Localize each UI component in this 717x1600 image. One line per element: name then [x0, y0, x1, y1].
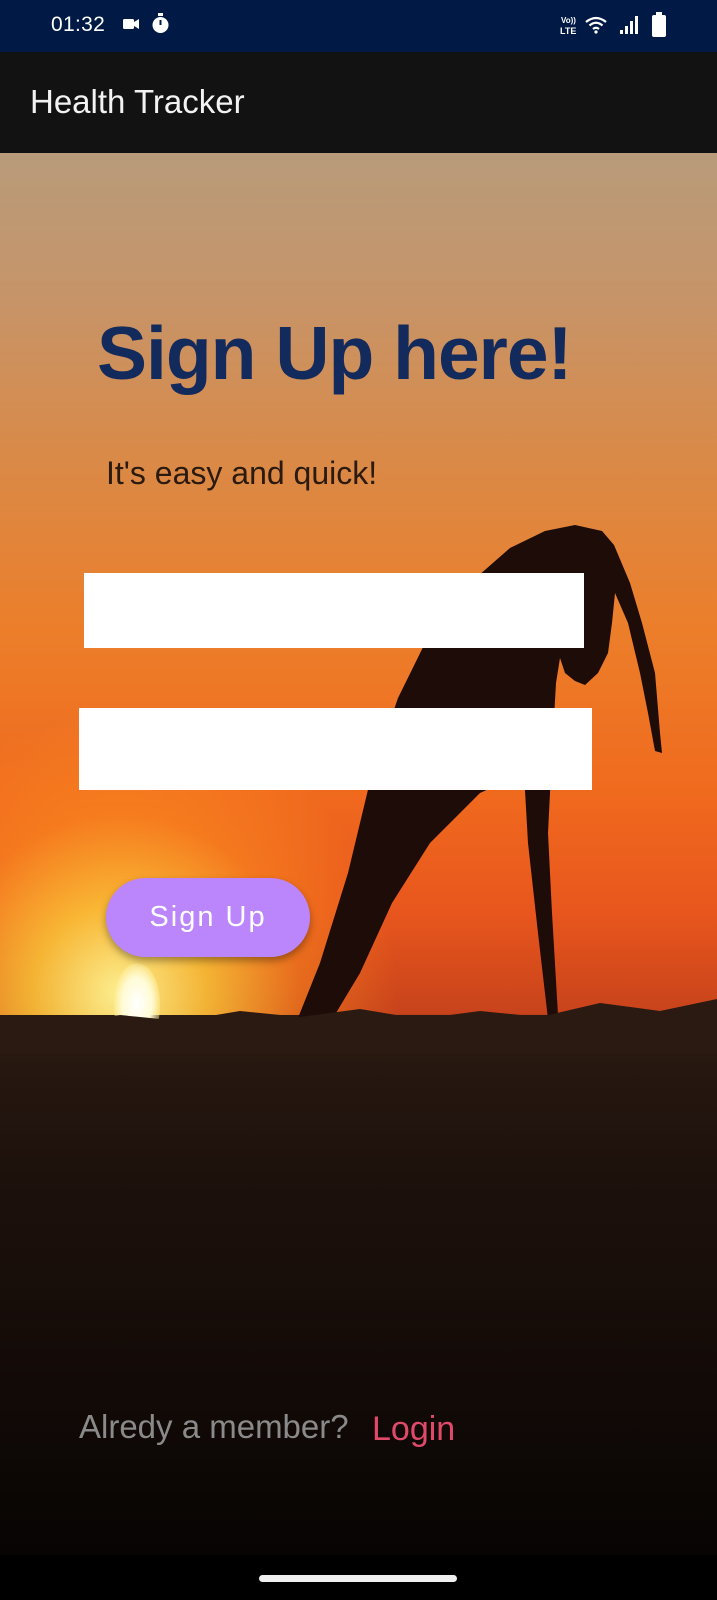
app-title: Health Tracker — [30, 83, 245, 120]
home-indicator[interactable] — [259, 1575, 457, 1582]
page-title: Sign Up here! — [97, 311, 573, 395]
signup-field-1[interactable] — [84, 573, 584, 648]
status-bar: 01:32 Vo)) LTE — [0, 0, 717, 52]
login-link[interactable]: Login — [372, 1410, 455, 1449]
volte-icon: Vo)) LTE — [560, 16, 576, 36]
signup-screen: 01:32 Vo)) LTE Health Tracker Sign Up he… — [0, 0, 717, 1600]
status-time: 01:32 — [51, 13, 106, 36]
signup-button[interactable]: Sign Up — [106, 878, 310, 957]
subtitle: It's easy and quick! — [106, 455, 378, 491]
signup-field-2[interactable] — [79, 708, 592, 790]
battery-icon — [652, 12, 666, 37]
cellular-signal-icon — [620, 16, 638, 34]
app-bar: Health Tracker — [0, 52, 717, 153]
member-prompt: Alredy a member? — [79, 1408, 349, 1445]
timer-icon — [152, 13, 169, 33]
video-camera-icon — [123, 19, 139, 29]
wifi-icon — [585, 16, 607, 34]
svg-text:LTE: LTE — [560, 26, 576, 36]
svg-text:Vo)): Vo)) — [561, 16, 576, 25]
